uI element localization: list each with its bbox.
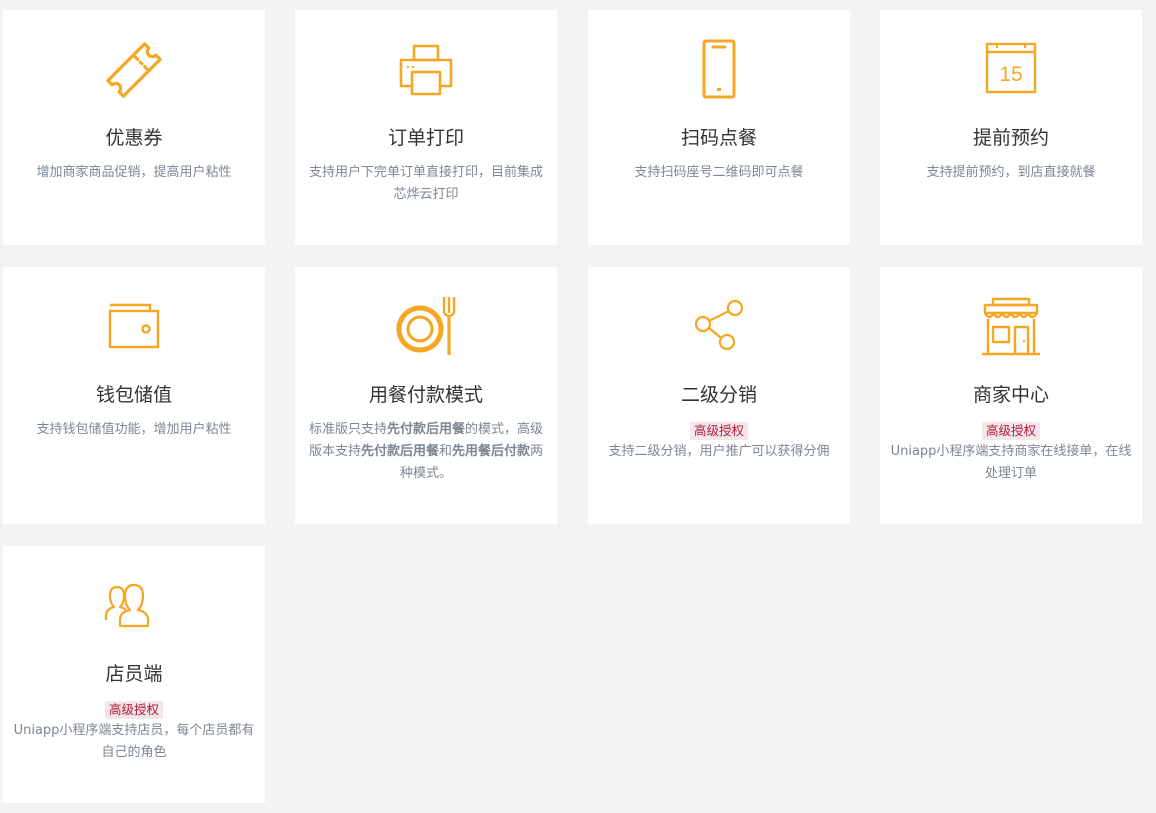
premium-license-badge: 高级授权 <box>104 701 164 719</box>
card-title: 扫码点餐 <box>680 127 757 149</box>
desc-text: 和 <box>438 444 452 459</box>
feature-card-reservation[interactable]: 15 提前预约 支持提前预约，到店直接就餐 <box>880 10 1142 245</box>
card-description: 标准版只支持先付款后用餐的模式，高级版本支持先付款后用餐和先用餐后付款两种模式。 <box>305 419 547 485</box>
store-icon <box>880 295 1142 359</box>
card-description: Uniapp小程序端支持商家在线接单，在线处理订单 <box>890 444 1132 481</box>
card-description: 支持提前预约，到店直接就餐 <box>926 165 1096 180</box>
feature-card-distribution[interactable]: 二级分销 高级授权 支持二级分销，用户推广可以获得分佣 <box>588 267 850 524</box>
card-title: 订单打印 <box>387 127 464 149</box>
calendar-day: 15 <box>999 63 1022 86</box>
card-description: Uniapp小程序端支持店员，每个店员都有自己的角色 <box>13 723 255 760</box>
wallet-icon <box>3 295 265 359</box>
card-title: 钱包储值 <box>95 384 172 406</box>
users-icon <box>3 574 265 638</box>
card-description: 增加商家商品促销，提高用户粘性 <box>36 165 232 180</box>
card-description: 支持二级分销，用户推广可以获得分佣 <box>608 444 830 459</box>
card-title: 提前预约 <box>972 127 1049 149</box>
feature-card-coupon[interactable]: 优惠券 增加商家商品促销，提高用户粘性 <box>3 10 265 245</box>
feature-card-wallet[interactable]: 钱包储值 支持钱包储值功能，增加用户粘性 <box>3 267 265 524</box>
desc-emphasis: 先付款后用餐 <box>360 444 439 459</box>
phone-icon <box>588 38 850 102</box>
dining-icon <box>295 295 557 359</box>
desc-emphasis: 先用餐后付款 <box>452 444 531 459</box>
feature-card-clerk[interactable]: 店员端 高级授权 Uniapp小程序端支持店员，每个店员都有自己的角色 <box>3 546 265 803</box>
card-title: 用餐付款模式 <box>368 384 483 406</box>
card-title: 优惠券 <box>105 127 163 149</box>
share-icon <box>588 295 850 359</box>
feature-card-merchant-center[interactable]: 商家中心 高级授权 Uniapp小程序端支持商家在线接单，在线处理订单 <box>880 267 1142 524</box>
card-description: 支持用户下完单订单直接打印，目前集成芯烨云打印 <box>308 165 543 202</box>
card-title: 店员端 <box>105 663 163 685</box>
card-description: 支持钱包储值功能，增加用户粘性 <box>36 422 232 437</box>
desc-emphasis: 先付款后用餐 <box>386 422 465 437</box>
card-title: 二级分销 <box>680 384 757 406</box>
card-description: 支持扫码座号二维码即可点餐 <box>634 165 804 180</box>
feature-card-dining-payment[interactable]: 用餐付款模式 标准版只支持先付款后用餐的模式，高级版本支持先付款后用餐和先用餐后… <box>295 267 557 524</box>
feature-card-order-print[interactable]: 订单打印 支持用户下完单订单直接打印，目前集成芯烨云打印 <box>295 10 557 245</box>
ticket-icon <box>3 38 265 102</box>
feature-card-scan-order[interactable]: 扫码点餐 支持扫码座号二维码即可点餐 <box>588 10 850 245</box>
calendar-icon: 15 <box>880 38 1142 102</box>
premium-license-badge: 高级授权 <box>981 422 1041 440</box>
desc-text: 标准版只支持 <box>308 422 387 437</box>
card-title: 商家中心 <box>972 384 1049 406</box>
printer-icon <box>295 38 557 102</box>
premium-license-badge: 高级授权 <box>689 422 749 440</box>
